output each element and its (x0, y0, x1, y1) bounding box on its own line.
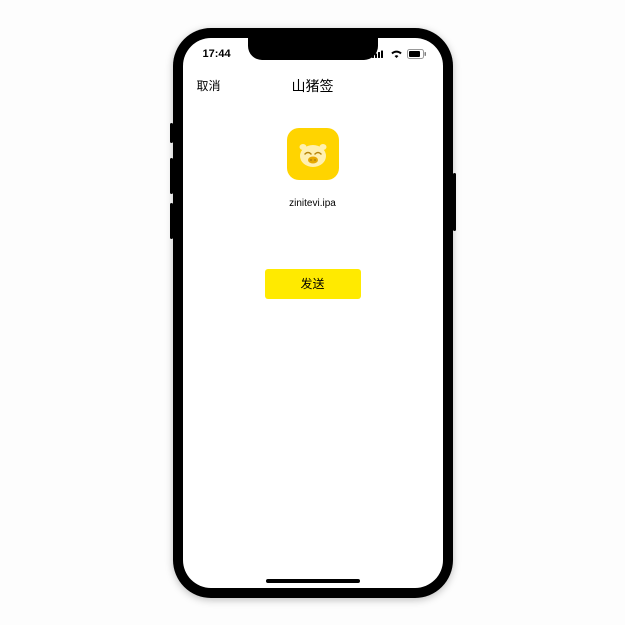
status-time: 17:44 (203, 48, 231, 60)
status-right (372, 49, 427, 59)
volume-down-button (170, 203, 173, 239)
silence-switch (170, 123, 173, 143)
page-title: 山猪签 (292, 76, 334, 96)
screen: 17:44 取消 山猪签 (183, 38, 443, 588)
power-button (453, 173, 456, 231)
volume-up-button (170, 158, 173, 194)
send-button[interactable]: 发送 (265, 269, 361, 299)
nav-bar: 取消 山猪签 (183, 66, 443, 106)
notch (248, 38, 378, 60)
cancel-button[interactable]: 取消 (197, 77, 221, 94)
battery-icon (407, 49, 427, 59)
wifi-icon (390, 49, 403, 58)
send-button-label: 发送 (300, 275, 324, 292)
home-indicator[interactable] (266, 579, 360, 583)
phone-frame: 17:44 取消 山猪签 (173, 28, 453, 598)
pig-app-icon (287, 128, 339, 180)
file-name: zinitevi.ipa (289, 198, 336, 209)
content: zinitevi.ipa 发送 (183, 106, 443, 299)
